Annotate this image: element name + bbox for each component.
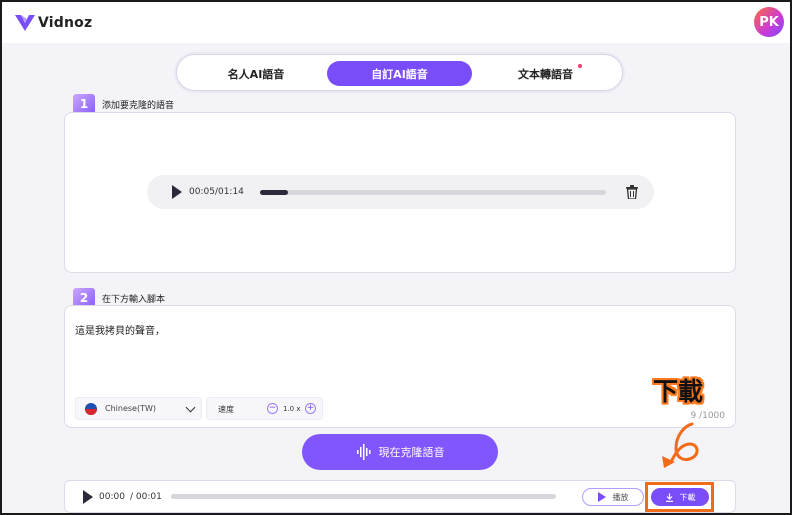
voice-sample-card: 00:05/01:14 xyxy=(64,112,736,273)
new-dot-badge xyxy=(578,64,582,68)
annotation-arrow-icon xyxy=(662,422,699,468)
logo[interactable]: Vidnoz xyxy=(14,13,92,33)
step-number: 1 xyxy=(73,94,95,114)
decrease-speed-icon[interactable]: − xyxy=(267,403,278,414)
play-button-label: 播放 xyxy=(612,492,629,502)
step-label: 在下方輸入腳本 xyxy=(102,294,166,305)
clone-button-label: 現在克隆語音 xyxy=(378,446,445,459)
play-button[interactable]: 播放 xyxy=(582,488,644,506)
language-select[interactable]: Chinese(TW) xyxy=(75,397,202,420)
current-time: 00:05 xyxy=(189,187,215,197)
output-total-time: / 00:01 xyxy=(130,492,162,502)
top-bar: Vidnoz PK xyxy=(2,2,790,43)
taiwan-flag-icon xyxy=(85,402,97,415)
play-icon[interactable] xyxy=(83,490,93,504)
tab-text-to-speech[interactable]: 文本轉語音 xyxy=(473,61,618,86)
avatar[interactable]: PK xyxy=(754,7,784,37)
waveform-icon xyxy=(356,444,370,460)
tab-custom-voice[interactable]: 自訂AI語音 xyxy=(327,61,472,86)
step-label: 添加要克隆的語音 xyxy=(102,100,175,111)
language-value: Chinese(TW) xyxy=(105,404,156,413)
progress-fill xyxy=(260,190,288,195)
progress-bar[interactable] xyxy=(260,190,606,195)
script-card: 這是我拷貝的聲音， Chinese(TW) 速度 − 1.0 x + 9 /10… xyxy=(64,305,736,428)
vidnoz-logo-icon xyxy=(15,15,35,31)
annotation-label: 下載 xyxy=(653,377,704,406)
play-icon[interactable] xyxy=(172,185,182,199)
speed-label: 速度 xyxy=(218,405,234,414)
tab-celebrity-voice[interactable]: 名人AI語音 xyxy=(183,61,329,86)
increase-speed-icon[interactable]: + xyxy=(305,403,316,414)
chevron-down-icon xyxy=(185,402,196,413)
app-window: Vidnoz PK 名人AI語音 自訂AI語音 文本轉語音 1 添加要克隆的語音… xyxy=(0,0,792,515)
output-progress-bar[interactable] xyxy=(171,494,556,499)
output-current-time: 00:00 xyxy=(99,492,125,502)
logo-text: Vidnoz xyxy=(38,15,93,31)
output-audio-player: 00:00 / 00:01 播放 下載 xyxy=(64,480,736,513)
step-1-header: 1 添加要克隆的語音 xyxy=(73,94,174,114)
tab-label: 自訂AI語音 xyxy=(371,67,428,81)
script-textarea[interactable]: 這是我拷貝的聲音， xyxy=(75,322,165,337)
trash-icon[interactable] xyxy=(626,185,638,199)
sample-time: 00:05/01:14 xyxy=(189,187,244,197)
total-time: /01:14 xyxy=(214,187,244,197)
tab-label: 名人AI語音 xyxy=(227,67,285,81)
mode-tabs: 名人AI語音 自訂AI語音 文本轉語音 xyxy=(176,54,623,91)
sample-audio-player: 00:05/01:14 xyxy=(147,175,654,209)
play-icon xyxy=(597,492,606,502)
tab-label: 文本轉語音 xyxy=(518,67,573,81)
highlight-box xyxy=(645,482,714,512)
speed-value: 1.0 x xyxy=(283,405,301,413)
speed-control: 速度 − 1.0 x + xyxy=(206,397,323,420)
clone-voice-button[interactable]: 現在克隆語音 xyxy=(302,434,498,470)
